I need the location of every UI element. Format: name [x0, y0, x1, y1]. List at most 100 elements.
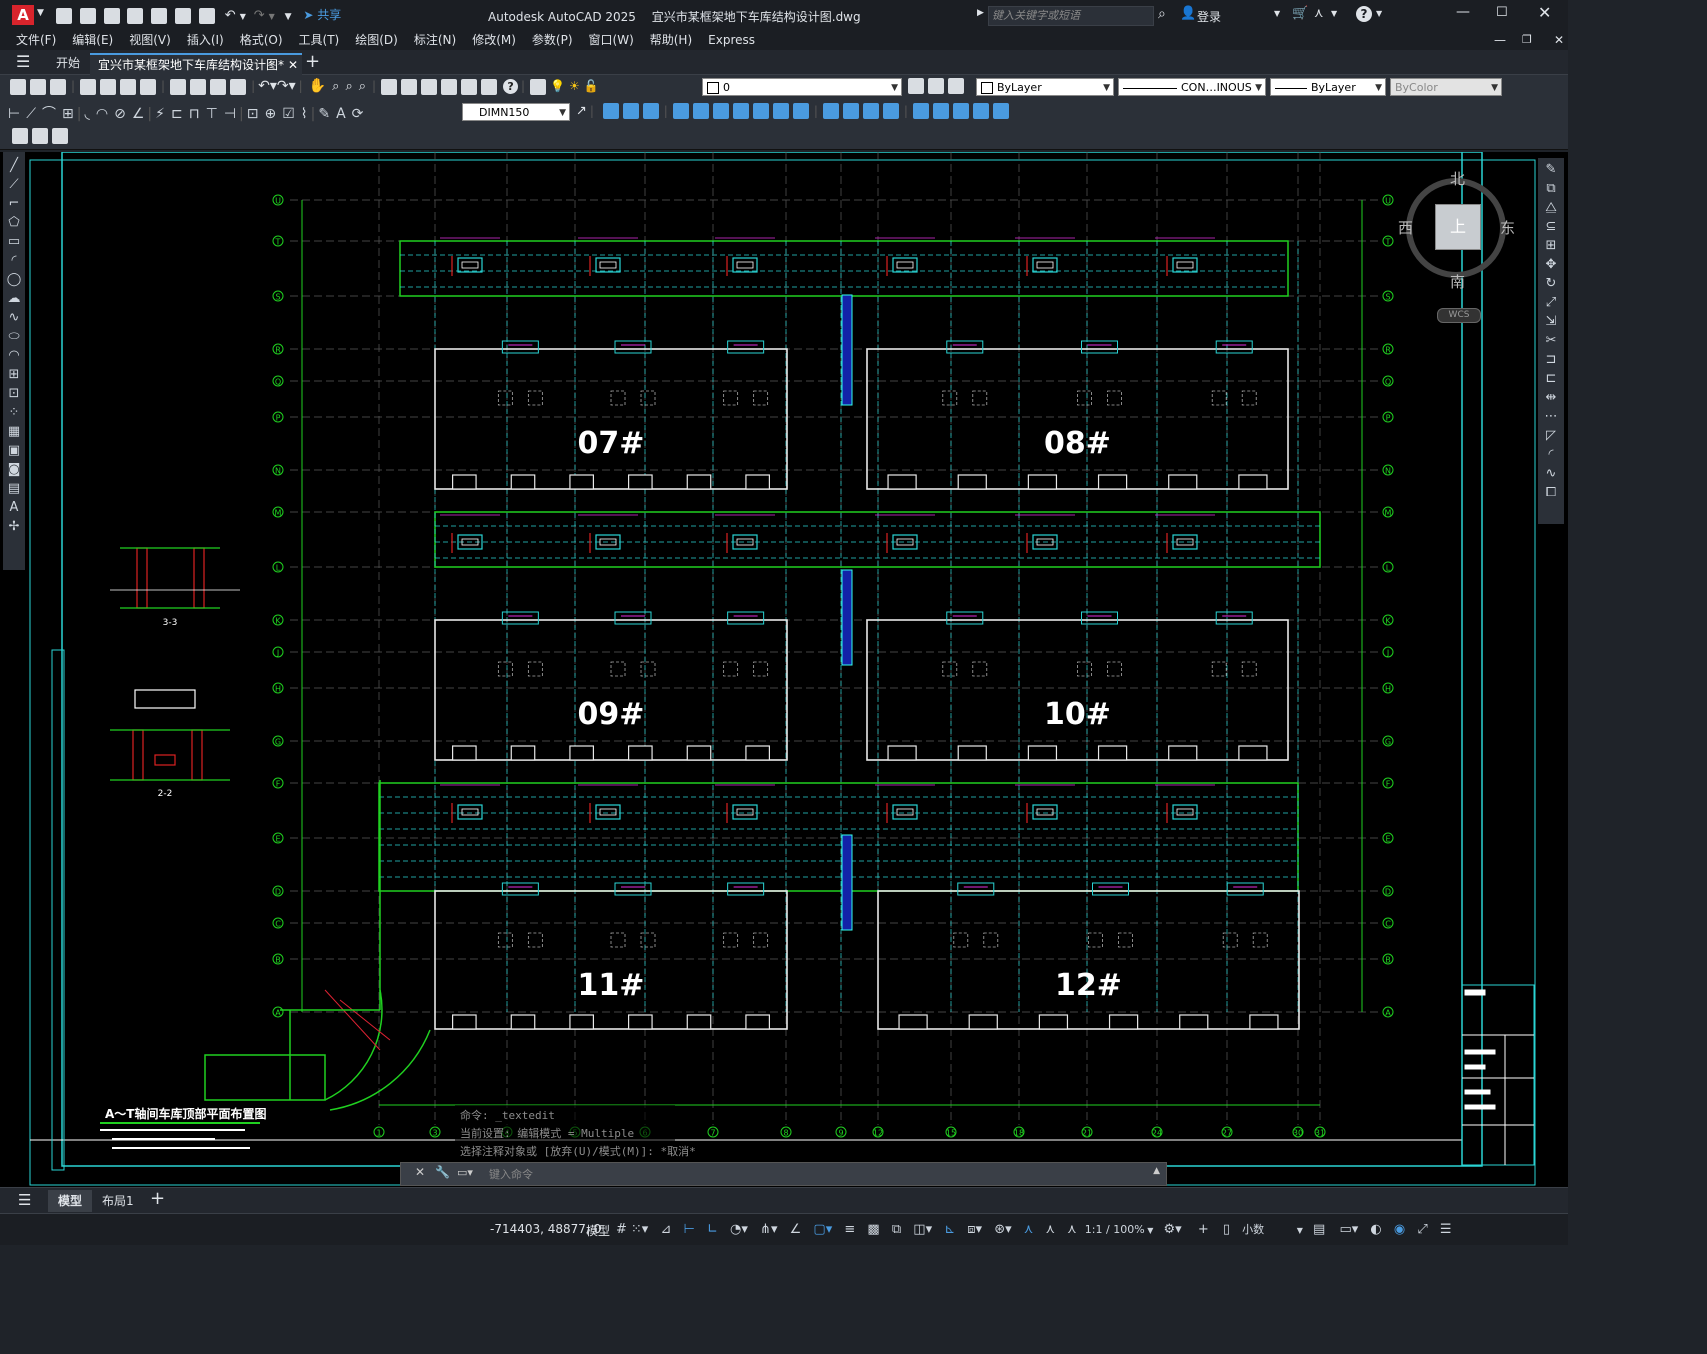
cart-icon[interactable]: 🛒: [1292, 6, 1308, 21]
open-file-icon[interactable]: [79, 7, 96, 24]
save-icon[interactable]: [103, 7, 120, 24]
tab-model[interactable]: 模型: [48, 1190, 93, 1212]
tab-document[interactable]: 宜兴市某框架地下车库结构设计图* ✕: [90, 53, 302, 75]
clean-screen-icon[interactable]: ⤢: [1417, 1222, 1427, 1237]
draw-polygon-icon[interactable]: ⬠: [8, 215, 19, 230]
modify-offset-icon[interactable]: [642, 103, 659, 119]
annotation-monitor-icon[interactable]: +: [1198, 1222, 1209, 1237]
mirror-icon[interactable]: ⧋: [1545, 200, 1557, 215]
command-customize-icon[interactable]: 🔧: [435, 1165, 450, 1179]
object-snap-tracking-icon[interactable]: ∠: [790, 1222, 802, 1237]
doc-close-icon[interactable]: ✕: [1546, 30, 1572, 50]
menu-express[interactable]: Express: [700, 30, 763, 50]
menu-help[interactable]: 帮助(H): [642, 30, 700, 50]
stretch-icon[interactable]: ⇲: [1546, 314, 1557, 329]
viewcube-north[interactable]: 北: [1450, 168, 1465, 189]
share-button[interactable]: 共享: [317, 8, 341, 22]
3d-osnap-icon[interactable]: ◫▾: [913, 1222, 932, 1237]
menu-edit[interactable]: 编辑(E): [64, 30, 121, 50]
modify-move-icon[interactable]: [692, 103, 709, 119]
customization-icon[interactable]: ☰: [1440, 1222, 1452, 1237]
isodraft-icon[interactable]: ⋔▾: [760, 1222, 777, 1237]
tb-new-icon[interactable]: [10, 78, 26, 95]
dim-diameter-icon[interactable]: ⊘: [114, 106, 126, 122]
maximize-icon[interactable]: ☐: [1496, 5, 1508, 20]
login-button[interactable]: 登录: [1197, 8, 1221, 25]
draw-arc-icon[interactable]: ◜: [11, 253, 16, 268]
lock-ui-icon[interactable]: ▭▾: [1339, 1222, 1358, 1237]
save-as-icon[interactable]: [127, 7, 144, 24]
tb-markup-icon[interactable]: [461, 78, 478, 95]
extend-icon[interactable]: ⊐: [1546, 352, 1557, 367]
annotation-scale-value[interactable]: 1:1 / 100%: [1085, 1223, 1145, 1236]
command-prompt-icon[interactable]: ▭▾: [457, 1166, 473, 1179]
chamfer-icon[interactable]: ◸: [1546, 428, 1556, 443]
blend-icon[interactable]: ∿: [1546, 466, 1557, 481]
viewcube-west[interactable]: 西: [1398, 217, 1413, 238]
dim-update-icon[interactable]: ⟳: [352, 106, 364, 122]
layer-freeze-icon[interactable]: ☀: [569, 79, 580, 93]
modify-copy-icon[interactable]: [602, 103, 619, 119]
tb-toolpalette-icon[interactable]: [421, 78, 438, 95]
quick-properties-icon[interactable]: ▤: [1313, 1222, 1325, 1237]
drawing-svg[interactable]: 07# 08# 09# 10# 11# 12# U U T T S S R R Q Q P P N N M M L L K K J…: [0, 152, 1568, 1187]
insert-block-icon[interactable]: ⊞: [9, 367, 20, 382]
linetype-dropdown[interactable]: CON…INOUS ▼: [1118, 78, 1266, 96]
tb-3dprint-icon[interactable]: [140, 78, 157, 95]
tolerance-icon[interactable]: ⊡: [247, 106, 259, 122]
tb-open-icon[interactable]: [30, 78, 46, 95]
erase-icon[interactable]: ✎: [1546, 162, 1557, 177]
rotate-icon[interactable]: ↻: [1546, 276, 1557, 291]
draw-polyline-icon[interactable]: ⌐: [9, 196, 20, 211]
ortho-icon[interactable]: ∟: [707, 1222, 718, 1237]
app-menu-arrow-icon[interactable]: ▼: [37, 8, 44, 18]
object-snap-icon[interactable]: ▢▾: [813, 1222, 832, 1237]
annotation-visibility-icon[interactable]: ⋏: [1024, 1222, 1034, 1237]
inspection-icon[interactable]: ☑: [282, 106, 295, 122]
drawing-canvas[interactable]: 07# 08# 09# 10# 11# 12# U U T T S S R R Q Q P P N N M M L L K K J…: [0, 152, 1568, 1187]
help-dropdown-icon[interactable]: ▼: [1376, 9, 1382, 18]
tb-cut-icon[interactable]: [170, 78, 187, 95]
tb-layer-previous-icon[interactable]: [928, 78, 944, 94]
dimstyle-dropdown[interactable]: DIMN150 ▼: [462, 103, 570, 121]
draw-point-icon[interactable]: ⁘: [9, 405, 20, 420]
layer-on-icon[interactable]: 💡: [550, 79, 565, 93]
tb-refedit-icon[interactable]: [52, 128, 68, 144]
tb-xref-icon[interactable]: [32, 128, 48, 144]
draw-rectangle-icon[interactable]: ▭: [8, 234, 20, 249]
layout-list-icon[interactable]: ☰: [18, 1191, 31, 1209]
doc-restore-icon[interactable]: ❐: [1514, 30, 1540, 50]
dim-continue-icon[interactable]: ⊓: [189, 106, 200, 122]
make-block-icon[interactable]: ⊡: [9, 386, 20, 401]
tb-zoom-window-icon[interactable]: ⌕: [345, 79, 352, 94]
menu-tools[interactable]: 工具(T): [291, 30, 348, 50]
wcs-menu[interactable]: WCS: [1437, 308, 1481, 323]
dim-text-edit-icon[interactable]: A: [336, 106, 346, 122]
isolate-objects-icon[interactable]: ◐: [1370, 1222, 1381, 1237]
modify-chamfer-icon[interactable]: [862, 103, 879, 119]
dim-arc-icon[interactable]: ⌒: [42, 106, 56, 122]
selection-filter-icon[interactable]: ⧈▾: [967, 1222, 982, 1237]
viewcube[interactable]: 上 北 南 西 东: [1398, 168, 1520, 291]
draw-ellipse-arc-icon[interactable]: ◠: [8, 348, 19, 363]
tb-zoom-realtime-icon[interactable]: ⌕: [332, 79, 339, 94]
modify-stretch-icon[interactable]: [752, 103, 769, 119]
tb-make-current-icon[interactable]: [908, 78, 924, 94]
hamburger-menu-icon[interactable]: ☰: [16, 52, 30, 71]
dim-ordinate-icon[interactable]: ⊞: [62, 106, 74, 122]
tb-matchprop-icon[interactable]: [230, 78, 247, 95]
draw-table-icon[interactable]: ▤: [8, 481, 20, 496]
tb-copy-icon[interactable]: [190, 78, 207, 95]
login-dropdown-icon[interactable]: ▼: [1274, 9, 1280, 18]
draw-revcloud-icon[interactable]: ☁: [8, 291, 21, 306]
undo-icon[interactable]: ↶: [225, 8, 236, 23]
draw-xline-icon[interactable]: ⟋: [9, 177, 18, 192]
modify-pedit-icon[interactable]: [952, 103, 969, 119]
tb-properties-icon[interactable]: [381, 78, 398, 95]
dim-radius-icon[interactable]: ◟: [84, 106, 89, 122]
units-value[interactable]: 小数: [1242, 1223, 1264, 1236]
dim-linear-icon[interactable]: ⊢: [8, 106, 20, 122]
tb-pan-icon[interactable]: ✋: [309, 78, 326, 94]
tb-preview-icon[interactable]: [100, 78, 117, 95]
dim-edit-icon[interactable]: ✎: [318, 106, 330, 122]
